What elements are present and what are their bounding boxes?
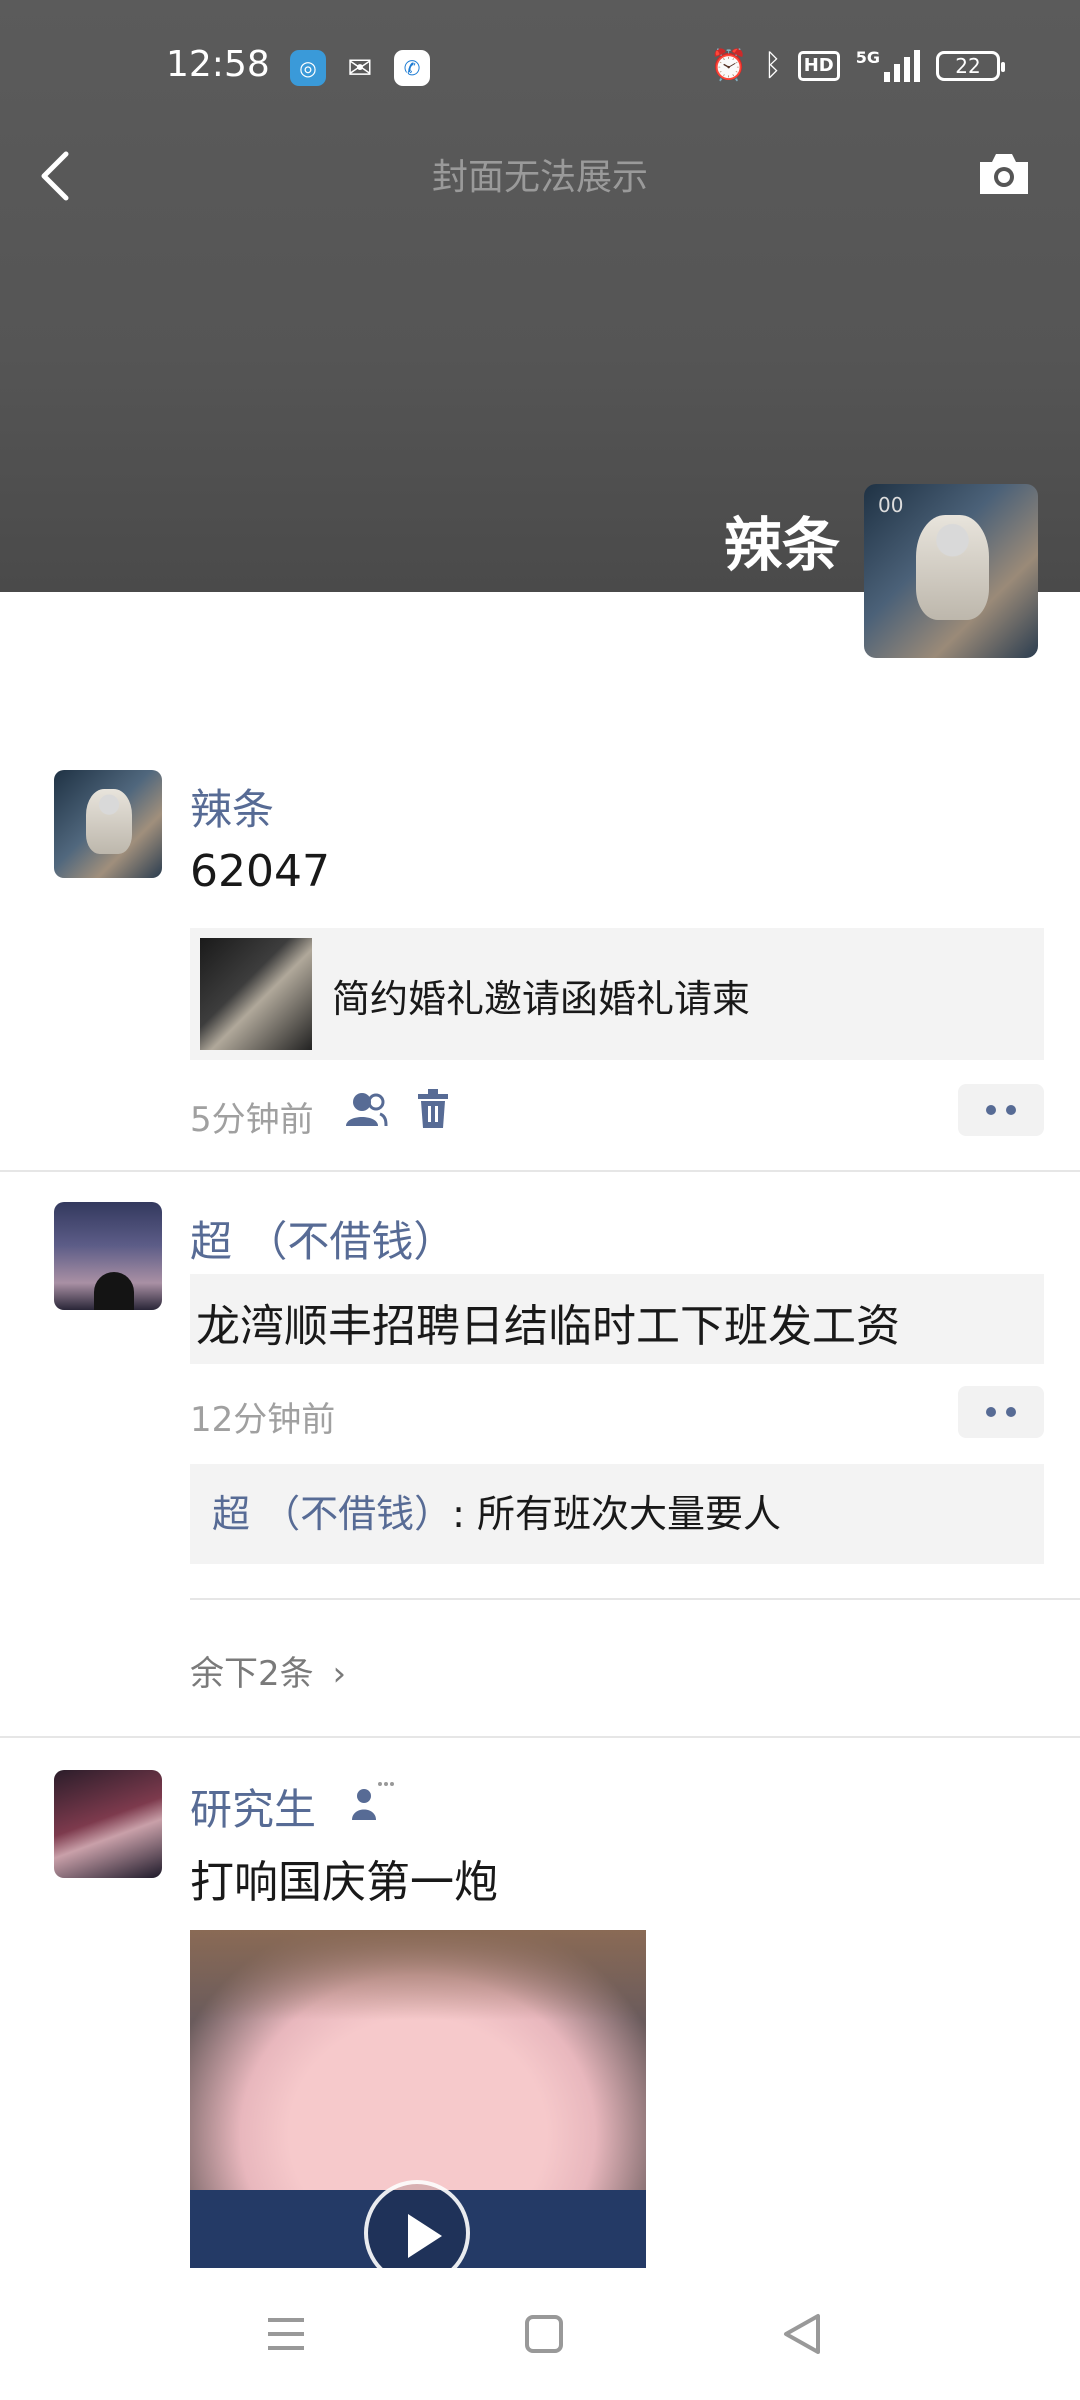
avatar-silhouette (94, 1272, 134, 1310)
home-icon[interactable] (514, 2310, 574, 2358)
wechat-icon: ✉ (347, 50, 373, 86)
comment-item[interactable]: 超 （不借钱）: 所有班次大量要人 (190, 1464, 1044, 1564)
system-nav-bar (0, 2268, 1080, 2400)
link-thumbnail (200, 938, 312, 1050)
camera-icon[interactable] (976, 150, 1032, 198)
telecom-icon: ✆ (394, 50, 430, 86)
avatar-astronaut (86, 789, 132, 855)
link-card[interactable]: 简约婚礼邀请函婚礼请柬 (190, 928, 1044, 1060)
remaining-label: 余下2条 (190, 1654, 314, 1694)
post-author[interactable]: 辣条 (190, 776, 274, 837)
post-text-box[interactable]: 龙湾顺丰招聘日结临时工下班发工资 (190, 1274, 1044, 1364)
post-time: 12分钟前 (190, 1400, 336, 1440)
post-time: 5分钟前 (190, 1100, 314, 1140)
friend-visibility-icon (352, 1782, 394, 1820)
network-label: 5G (855, 48, 880, 67)
status-indicators: ⏰ ᛒ HD 5G 22 (710, 46, 1005, 86)
app-notification-icon: ◎ (290, 50, 326, 86)
post-avatar[interactable] (54, 1202, 162, 1310)
status-time: 12:58 (166, 44, 270, 85)
menu-icon[interactable] (256, 2310, 316, 2358)
remaining-posts-link[interactable]: 余下2条 › (190, 1646, 346, 1695)
hd-icon: HD (797, 51, 840, 81)
signal-icon: 5G (856, 50, 920, 82)
post-author[interactable]: 研究生 (190, 1776, 316, 1837)
comment-author[interactable]: 超 （不借钱） (212, 1492, 452, 1536)
post-text: 打响国庆第一炮 (190, 1857, 498, 1908)
back-triangle-icon[interactable] (774, 2310, 834, 2358)
comment-text: : 所有班次大量要人 (452, 1492, 781, 1536)
battery-icon: 22 (936, 51, 1005, 81)
profile-name[interactable]: 辣条 (724, 498, 840, 582)
post-avatar[interactable] (54, 1770, 162, 1878)
avatar-tag: 00 (878, 493, 904, 517)
chevron-right-icon: › (332, 1654, 347, 1694)
more-icon[interactable] (958, 1084, 1044, 1136)
divider (190, 1598, 1080, 1600)
cover-title: 封面无法展示 (431, 157, 648, 198)
battery-level: 22 (955, 54, 981, 78)
status-bar: 12:58 ◎ ✉ ✆ ⏰ ᛒ HD 5G 22 (0, 0, 1080, 140)
alarm-icon: ⏰ (710, 48, 748, 83)
divider (0, 1736, 1080, 1738)
friends-icon[interactable] (344, 1090, 388, 1130)
bluetooth-icon: ᛒ (763, 48, 782, 83)
divider (0, 1170, 1080, 1172)
profile-avatar[interactable]: 00 (864, 484, 1038, 658)
avatar-astronaut (916, 515, 990, 620)
post-avatar[interactable] (54, 770, 162, 878)
video-thumbnail[interactable] (190, 1930, 646, 2270)
more-icon[interactable] (958, 1386, 1044, 1438)
video-frame-top (190, 1930, 646, 2020)
post-text: 龙湾顺丰招聘日结临时工下班发工资 (196, 1301, 900, 1352)
trash-icon[interactable] (416, 1088, 450, 1130)
post-text: 62047 (190, 846, 330, 897)
link-title: 简约婚礼邀请函婚礼请柬 (332, 977, 751, 1021)
post-author[interactable]: 超 （不借钱） (190, 1208, 455, 1269)
